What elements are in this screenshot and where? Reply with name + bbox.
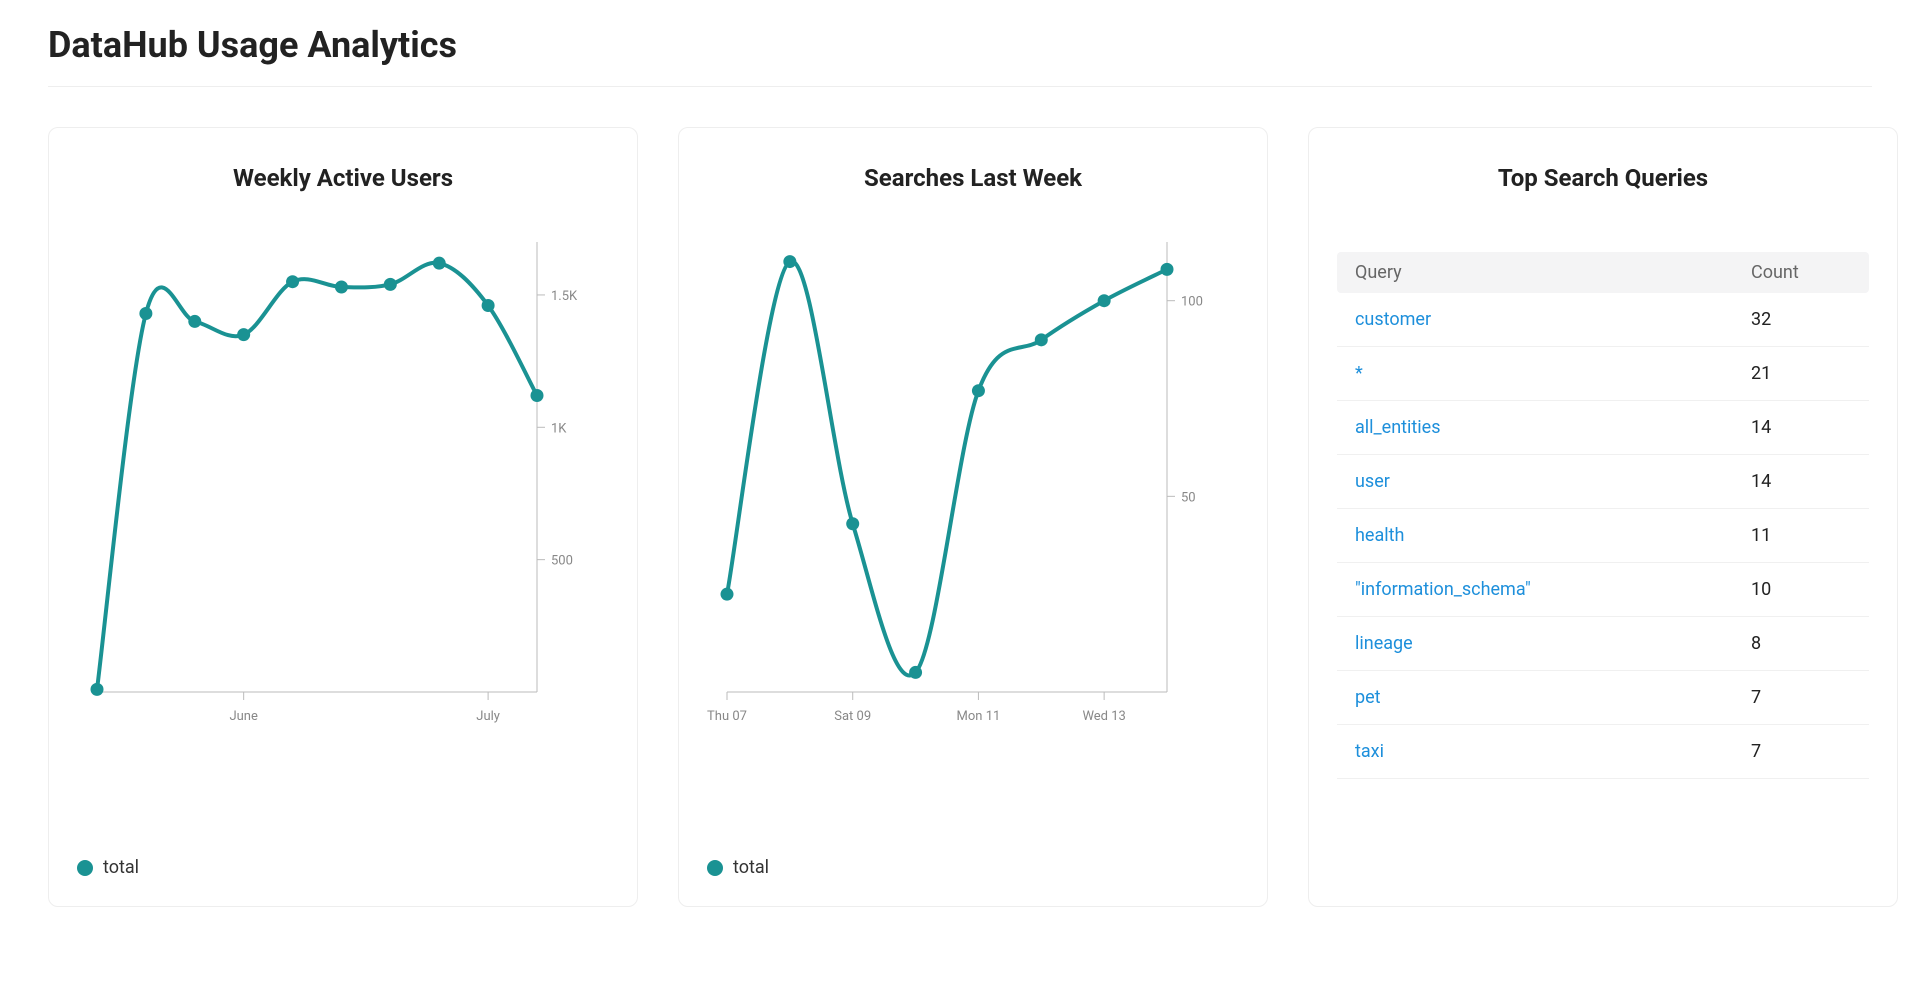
table-cell-count: 10 [1751,579,1851,600]
table-row: health 11 [1337,509,1869,563]
legend-label-wau: total [103,857,139,878]
table-row: all_entities 14 [1337,401,1869,455]
svg-text:100: 100 [1181,295,1203,310]
svg-text:Sat 09: Sat 09 [834,709,871,724]
table-row: "information_schema" 10 [1337,563,1869,617]
table-cell-count: 8 [1751,633,1851,654]
table-cell-query: customer [1355,309,1751,330]
table-cell-count: 32 [1751,309,1851,330]
table-row: customer 32 [1337,293,1869,347]
table-cell-query: all_entities [1355,417,1751,438]
table-row: user 14 [1337,455,1869,509]
table-row: taxi 7 [1337,725,1869,779]
table-cell-query: lineage [1355,633,1751,654]
legend-wau: total [77,857,609,878]
chart-searches: 50 100 Thu 07 Sat 09 Mon 11 Wed 13 [707,232,1239,843]
chart-wau: 500 1K 1.5K June July [77,232,609,843]
cards-row: Weekly Active Users 500 1K 1.5K June July to… [48,127,1872,907]
query-link[interactable]: health [1355,525,1404,546]
legend-dot-icon [77,860,93,876]
table-header-query: Query [1355,262,1751,283]
legend-searches: total [707,857,1239,878]
table-cell-query: "information_schema" [1355,579,1751,600]
table-cell-count: 14 [1751,471,1851,492]
chart-title-searches: Searches Last Week [707,164,1239,192]
query-link[interactable]: * [1355,363,1363,384]
table-cell-count: 7 [1751,687,1851,708]
table-row: pet 7 [1337,671,1869,725]
card-searches-last-week: Searches Last Week 50 100 Thu 07 Sat 09 Mon … [678,127,1268,907]
legend-dot-icon [707,860,723,876]
svg-text:500: 500 [551,554,573,569]
query-link[interactable]: taxi [1355,741,1384,762]
chart-title-wau: Weekly Active Users [77,164,609,192]
query-link[interactable]: customer [1355,309,1431,330]
query-link[interactable]: lineage [1355,633,1413,654]
query-link[interactable]: user [1355,471,1390,492]
svg-text:July: July [476,709,500,724]
svg-text:1.5K: 1.5K [551,289,578,304]
svg-text:Wed 13: Wed 13 [1082,709,1125,724]
svg-text:June: June [229,709,258,724]
table-cell-query: pet [1355,687,1751,708]
table-title: Top Search Queries [1337,164,1869,192]
query-link[interactable]: "information_schema" [1355,579,1531,600]
table-cell-query: user [1355,471,1751,492]
svg-text:Mon 11: Mon 11 [957,709,1001,724]
query-link[interactable]: pet [1355,687,1381,708]
table-cell-count: 7 [1751,741,1851,762]
query-link[interactable]: all_entities [1355,417,1441,438]
table-cell-query: health [1355,525,1751,546]
page-title: DataHub Usage Analytics [48,24,1872,66]
table-header: Query Count [1337,252,1869,293]
table-header-count: Count [1751,262,1851,283]
divider [48,86,1872,87]
table-cell-count: 14 [1751,417,1851,438]
card-weekly-active-users: Weekly Active Users 500 1K 1.5K June July to… [48,127,638,907]
table-cell-query: * [1355,363,1751,384]
table-cell-count: 11 [1751,525,1851,546]
svg-text:Thu 07: Thu 07 [707,709,747,724]
table-row: lineage 8 [1337,617,1869,671]
svg-text:50: 50 [1181,490,1196,505]
card-top-search-queries: Top Search Queries Query Count customer 3… [1308,127,1898,907]
table-row: * 21 [1337,347,1869,401]
table-cell-count: 21 [1751,363,1851,384]
table-cell-query: taxi [1355,741,1751,762]
legend-label-searches: total [733,857,769,878]
queries-table: Query Count customer32*21all_entities14u… [1337,252,1869,779]
svg-text:1K: 1K [551,421,567,436]
